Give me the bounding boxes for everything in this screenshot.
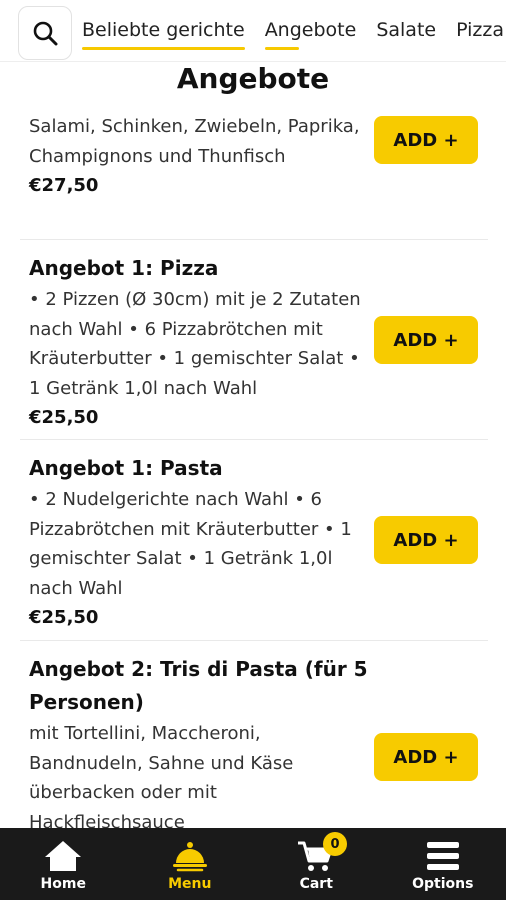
menu-item-list: Salami, Schinken, Zwiebeln, Paprika, Cha… (20, 108, 488, 851)
item-price: €27,50 (29, 175, 99, 196)
home-icon (41, 838, 85, 874)
add-button[interactable]: ADD + (374, 733, 478, 781)
tab-salate[interactable]: Salate (376, 19, 436, 43)
cart-count-badge: 0 (323, 832, 347, 856)
nav-cart-label: Cart (299, 876, 333, 892)
cloche-icon (168, 838, 212, 874)
item-title: Angebot 1: Pasta (29, 456, 223, 480)
tab-pizza[interactable]: Pizza (456, 19, 504, 43)
menu-item: Salami, Schinken, Zwiebeln, Paprika, Cha… (20, 108, 488, 240)
add-button[interactable]: ADD + (374, 116, 478, 164)
item-title: Angebot 2: Tris di Pasta (für 5 Personen… (29, 657, 368, 714)
nav-options[interactable]: Options (380, 828, 506, 900)
search-button[interactable] (18, 6, 72, 60)
tab-beliebte-gerichte[interactable]: Beliebte gerichte (82, 19, 245, 50)
nav-menu[interactable]: Menu (127, 828, 254, 900)
nav-home[interactable]: Home (0, 828, 127, 900)
add-button[interactable]: ADD + (374, 316, 478, 364)
add-button[interactable]: ADD + (374, 516, 478, 564)
menu-item: Angebot 1: Pasta • 2 Nudelgerichte nach … (20, 440, 488, 641)
item-description: Salami, Schinken, Zwiebeln, Paprika, Cha… (29, 116, 360, 167)
item-price: €25,50 (29, 407, 99, 428)
item-price: €25,50 (29, 607, 99, 628)
section-title: Angebote (176, 62, 330, 95)
item-title: Angebot 1: Pizza (29, 256, 219, 280)
top-category-bar: Beliebte gerichte Angebote Salate Pizza (0, 0, 506, 62)
item-description: mit Tortellini, Maccheroni, Bandnudeln, … (29, 723, 294, 833)
nav-home-label: Home (40, 876, 86, 892)
tab-angebote[interactable]: Angebote (264, 19, 356, 50)
nav-menu-label: Menu (168, 876, 212, 892)
nav-options-label: Options (412, 876, 474, 892)
search-icon (33, 21, 58, 46)
hamburger-icon (421, 838, 465, 874)
bottom-navigation: Home Menu 0 Cart Options (0, 828, 506, 900)
category-tabs: Beliebte gerichte Angebote Salate Pizza (82, 0, 506, 61)
nav-cart[interactable]: 0 Cart (253, 828, 380, 900)
menu-item: Angebot 2: Tris di Pasta (für 5 Personen… (20, 641, 488, 851)
item-description: • 2 Nudelgerichte nach Wahl • 6 Pizzabrö… (29, 489, 352, 599)
item-description: • 2 Pizzen (Ø 30cm) mit je 2 Zutaten nac… (29, 289, 361, 399)
menu-item: Angebot 1: Pizza • 2 Pizzen (Ø 30cm) mit… (20, 240, 488, 440)
